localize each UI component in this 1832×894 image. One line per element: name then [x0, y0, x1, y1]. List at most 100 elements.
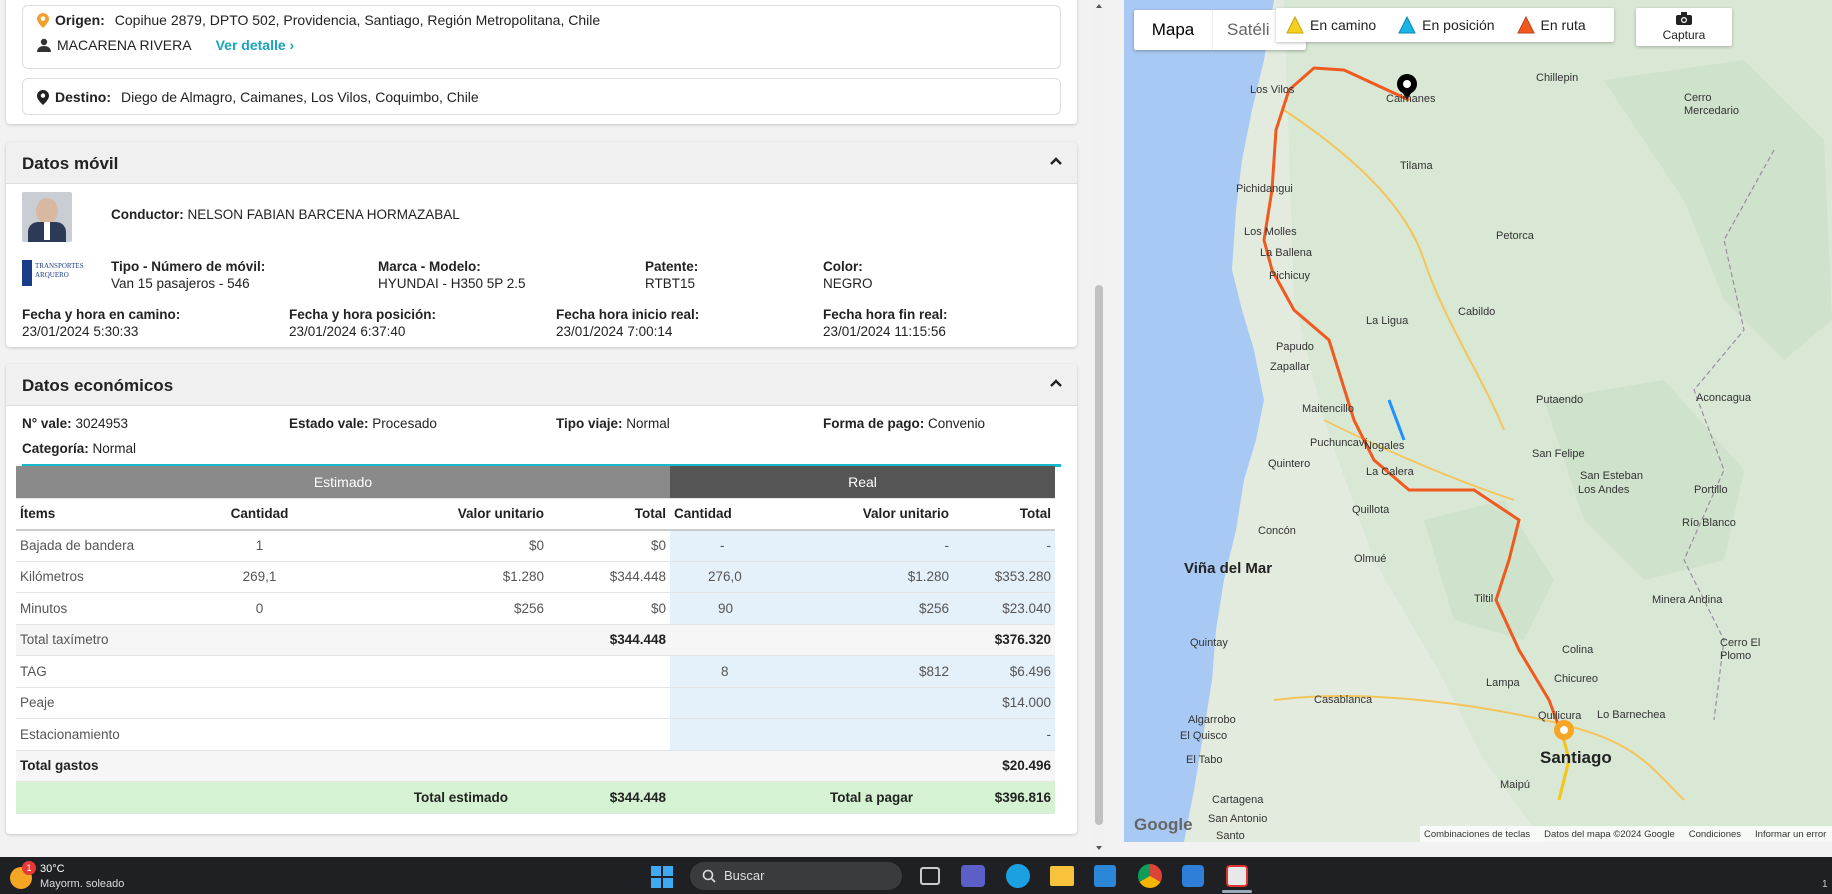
taskbar: 1 30°C Mayorm. soleado Buscar 1: [0, 857, 1832, 894]
teams-icon[interactable]: [961, 865, 985, 887]
start-label: Fecha hora inicio real:: [556, 307, 700, 322]
row-qty-est: 269,1: [208, 561, 311, 593]
scroll-up-icon[interactable]: [1096, 4, 1102, 8]
map-place-label: Río Blanco: [1682, 517, 1736, 529]
taximeter-row: Total taxímetro $344.448 $376.320: [16, 624, 1055, 656]
chrome-icon[interactable]: [1138, 864, 1162, 888]
position-value: 23/01/2024 6:37:40: [289, 324, 406, 339]
view-detail-link[interactable]: Ver detalle ›: [216, 37, 295, 53]
details-panel: Origen: Copihue 2879, DPTO 502, Providen…: [0, 0, 1110, 857]
company-logo: TRANSPORTES ARQUERO: [22, 258, 84, 288]
row-total-real: $353.280: [953, 561, 1055, 593]
map-place-label: San Felipe: [1532, 448, 1585, 460]
taskbar-search[interactable]: Buscar: [690, 862, 902, 890]
type-field: Tipo - Número de móvil: Van 15 pasajeros…: [111, 258, 265, 292]
map-place-label: Maipú: [1500, 779, 1530, 791]
cyan-triangle-icon: [1398, 16, 1416, 34]
trip-type-value: Normal: [626, 416, 670, 431]
total-est-value: $344.448: [548, 781, 670, 814]
extra-total: -: [953, 718, 1055, 751]
chevron-up-icon[interactable]: [1049, 154, 1063, 168]
edge-icon[interactable]: [1006, 864, 1030, 888]
taximeter-est: $344.448: [548, 624, 670, 656]
taskbar-corner-text: 1: [1822, 879, 1828, 890]
row-qty-real: 90: [670, 592, 785, 625]
photos-icon[interactable]: [1182, 865, 1204, 887]
col-qty-real: Cantidad: [670, 498, 785, 530]
type-label: Tipo - Número de móvil:: [111, 259, 266, 274]
task-view-icon[interactable]: [920, 867, 940, 885]
chevron-up-icon[interactable]: [1049, 376, 1063, 390]
extra-item: TAG: [16, 655, 208, 688]
row-total-est: $0: [548, 592, 670, 625]
weather-temp: 30°C: [40, 863, 65, 875]
file-explorer-icon[interactable]: [1050, 866, 1074, 886]
map-legend: En camino En posición En ruta: [1276, 8, 1614, 42]
enroute-value: 23/01/2024 5:30:33: [22, 324, 139, 339]
taximeter-label: Total taxímetro: [16, 624, 208, 656]
col-total-est: Total: [548, 498, 670, 530]
brand-value: HYUNDAI - H350 5P 2.5: [378, 276, 526, 291]
weather-widget[interactable]: 1 30°C Mayorm. soleado: [10, 861, 160, 891]
row-item: Minutos: [16, 592, 208, 625]
expenses-value: $20.496: [953, 750, 1055, 782]
table-column-headers: Ítems Cantidad Valor unitario Total Cant…: [16, 498, 1055, 530]
map-place-label: El Tabo: [1186, 754, 1223, 766]
state-field: Estado vale: Procesado: [289, 415, 437, 432]
brand-field: Marca - Modelo: HYUNDAI - H350 5P 2.5: [378, 258, 526, 292]
table-row: Bajada de bandera 1 $0 $0 - - -: [16, 529, 1055, 562]
capture-button[interactable]: Captura: [1636, 8, 1732, 46]
row-total-real: $23.040: [953, 592, 1055, 625]
map-place-label: La Ligua: [1366, 315, 1409, 327]
map-tab[interactable]: Mapa: [1134, 10, 1212, 50]
col-unit-est: Valor unitario: [311, 498, 548, 530]
plate-field: Patente: RTBT15: [645, 258, 698, 292]
snipping-tool-icon[interactable]: [1226, 865, 1248, 887]
start-value: 23/01/2024 7:00:14: [556, 324, 673, 339]
driver-value: NELSON FABIAN BARCENA HORMAZABAL: [187, 207, 460, 222]
map-place-label: El Quisco: [1180, 730, 1228, 742]
map-place-label: Cerro El Plomo: [1720, 637, 1761, 662]
map-place-label: Casablanca: [1314, 694, 1373, 706]
map-place-label: Lampa: [1486, 677, 1520, 689]
map-place-label: Cartagena: [1212, 794, 1264, 806]
origin-line: Origen: Copihue 2879, DPTO 502, Providen…: [37, 12, 600, 28]
row-qty-est: 1: [208, 529, 311, 562]
color-field: Color: NEGRO: [823, 258, 873, 292]
location-pin-icon: [37, 89, 49, 105]
taskbar-search-label: Buscar: [724, 868, 765, 883]
orange-triangle-icon: [1516, 16, 1535, 34]
map-footer-terms[interactable]: Condiciones: [1689, 829, 1741, 840]
camera-icon: [1676, 12, 1692, 25]
driver-photo: [22, 192, 72, 242]
map-place-label: Santo: [1216, 830, 1245, 842]
map-place-label: Quillota: [1352, 504, 1390, 516]
position-field: Fecha y hora posición: 23/01/2024 6:37:4…: [289, 306, 436, 340]
map-place-label: Viña del Mar: [1184, 560, 1273, 577]
category-field: Categoría: Normal: [22, 440, 136, 457]
map-footer-report[interactable]: Informar un error: [1755, 829, 1826, 840]
scrollbar[interactable]: [1093, 0, 1105, 857]
map-place-label: San Esteban: [1580, 470, 1643, 482]
table-row: Estacionamiento -: [16, 718, 1055, 751]
map-footer-shortcuts[interactable]: Combinaciones de teclas: [1424, 829, 1530, 840]
map-place-label: Quintay: [1190, 637, 1228, 649]
mobile-section-header[interactable]: Datos móvil: [6, 142, 1077, 184]
scrollbar-thumb[interactable]: [1095, 285, 1103, 825]
map-footer: Combinaciones de teclas Datos del mapa ©…: [1420, 826, 1832, 842]
extra-item: Peaje: [16, 687, 208, 719]
col-unit-real: Valor unitario: [785, 498, 953, 530]
plate-value: RTBT15: [645, 276, 696, 291]
map-place-label: Pichicuy: [1269, 270, 1310, 282]
row-item: Kilómetros: [16, 561, 208, 593]
voucher-value: 3024953: [75, 416, 128, 431]
scroll-down-icon[interactable]: [1096, 846, 1102, 850]
map-place-label: Caimanes: [1386, 93, 1436, 105]
store-icon[interactable]: [1094, 865, 1116, 887]
windows-start-icon[interactable]: [651, 866, 673, 888]
economic-section-header[interactable]: Datos económicos: [6, 364, 1077, 406]
map-place-label: Petorca: [1496, 230, 1534, 242]
row-total-real: -: [953, 529, 1055, 562]
passenger-name: MACARENA RIVERA: [57, 37, 192, 53]
route-map[interactable]: Mapa Satéli En camino En posición En rut…: [1124, 0, 1832, 842]
